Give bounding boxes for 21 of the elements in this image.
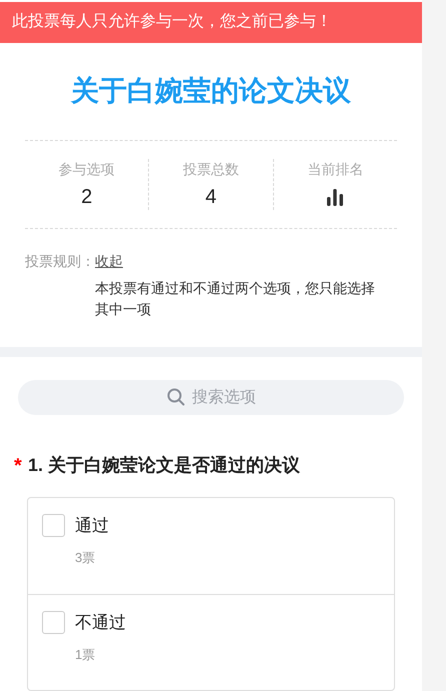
stat-label: 投票总数 (182, 160, 239, 179)
vote-count: 3票 (75, 549, 96, 567)
required-mark: * (14, 456, 23, 476)
rules-label: 投票规则： (25, 252, 95, 271)
stat-value: 2 (81, 184, 92, 210)
search-icon (167, 388, 185, 406)
question-title: 1. 关于白婉莹论文是否通过的决议 (28, 454, 300, 477)
poll-title: 关于白婉莹的论文决议 (70, 74, 352, 108)
checkbox[interactable] (42, 514, 65, 537)
stat-value: 4 (205, 184, 217, 210)
checkbox[interactable] (42, 611, 65, 634)
rules-text: 本投票有通过和不通过两个选项，您只能选择其中一项 (95, 278, 376, 319)
notice-text: 此投票每人只允许参与一次，您之前已参与！ (12, 12, 332, 32)
bar-chart-icon[interactable] (326, 188, 344, 206)
stat-label: 当前排名 (307, 160, 364, 179)
collapse-link[interactable]: 收起 (95, 250, 123, 272)
option-label: 不通过 (75, 612, 126, 634)
stat-label: 参与选项 (58, 160, 115, 179)
vote-count: 1票 (75, 646, 96, 664)
search-field[interactable]: 搜索选项 (18, 380, 404, 415)
option-label: 通过 (75, 515, 109, 537)
